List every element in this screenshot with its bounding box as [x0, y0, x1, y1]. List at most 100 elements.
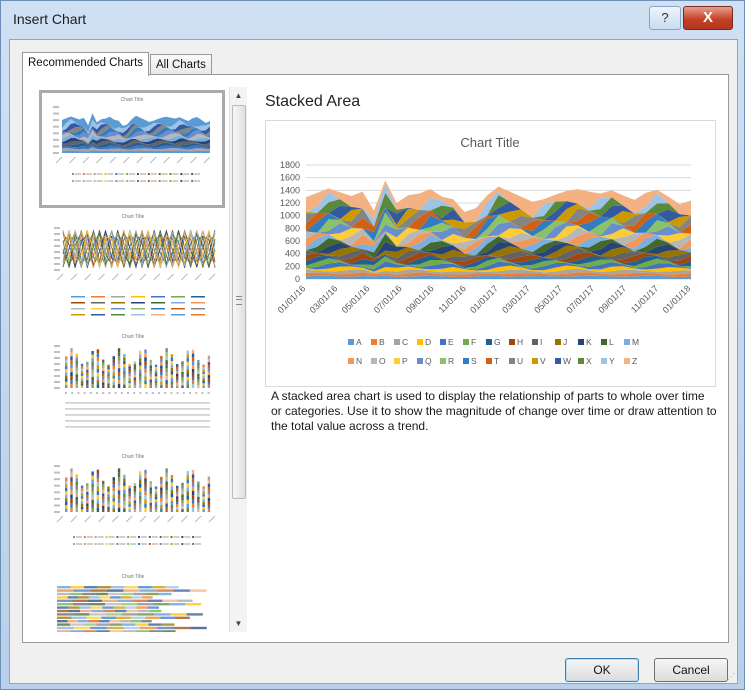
thumb-legend-text — [194, 173, 201, 175]
thumb-column-segment — [96, 364, 100, 369]
thumb-legend-swatch — [72, 173, 74, 175]
cancel-button[interactable]: Cancel — [654, 658, 728, 682]
thumbnail-scrollbar[interactable]: ▲ ▼ — [229, 87, 247, 632]
thumb-column-segment — [160, 362, 163, 366]
thumb-column-segment — [91, 384, 94, 388]
thumb-column-segment — [133, 503, 137, 507]
thumb-bar-segment — [132, 599, 148, 602]
close-button[interactable]: X — [683, 6, 733, 30]
thumb-column-segment — [107, 501, 110, 505]
thumb-column-segment — [154, 383, 158, 386]
thumb-column-segment — [86, 509, 89, 512]
chart-type-name: Stacked Area — [265, 93, 361, 110]
thumb-column-segment — [207, 355, 211, 359]
thumb-column-segment — [186, 373, 189, 377]
thumb-column-segment — [139, 354, 142, 359]
thumb-column-segment — [176, 364, 179, 367]
thumb-column-segment — [165, 372, 168, 377]
thumb-column-segment — [191, 495, 195, 500]
thumb-column-segment — [191, 353, 195, 358]
thumb-column-segment — [102, 499, 105, 503]
tab-all-charts[interactable]: All Charts — [150, 54, 212, 75]
thumbnail-stacked-bar[interactable]: Chart Title — [43, 570, 223, 632]
thumb-x-label — [89, 392, 92, 394]
thumb-column-segment — [186, 475, 189, 480]
thumb-legend-swatch — [82, 180, 85, 182]
thumb-column-segment — [80, 498, 84, 502]
thumb-column-segment — [117, 360, 121, 365]
scroll-up-icon[interactable]: ▲ — [230, 87, 247, 104]
thumb-column-segment — [117, 368, 121, 373]
thumb-legend-text — [97, 543, 104, 545]
thumb-column-segment — [149, 368, 152, 372]
ok-button[interactable]: OK — [565, 658, 639, 682]
title-bar[interactable]: Insert Chart ? X — [1, 1, 744, 39]
thumb-column-segment — [170, 371, 174, 375]
thumb-column-segment — [102, 382, 105, 386]
help-button[interactable]: ? — [649, 6, 681, 30]
window-title: Insert Chart — [13, 11, 87, 27]
thumb-bar-segment — [116, 616, 131, 619]
thumb-column-segment — [91, 471, 94, 476]
resize-grip-icon[interactable]: ⋰ — [727, 672, 735, 681]
thumb-column-segment — [197, 499, 200, 503]
legend-label: W — [563, 356, 571, 366]
thumb-column-segment — [91, 503, 94, 508]
thumb-legend-text — [140, 173, 146, 175]
scrollbar-thumb[interactable] — [232, 105, 246, 499]
thumb-legend-swatch — [116, 543, 119, 545]
thumb-column-segment — [91, 380, 94, 385]
thumb-column-segment — [91, 369, 94, 374]
thumb-legend-text — [75, 180, 81, 182]
x-tick-label: 09/01/16 — [404, 283, 436, 315]
dialog-body: Recommended Charts All Charts Chart Titl… — [9, 39, 738, 684]
thumb-column-segment — [160, 381, 163, 385]
thumb-column-segment — [75, 481, 78, 486]
thumb-legend-swatch — [138, 536, 140, 538]
thumb-column-segment — [112, 378, 115, 382]
scroll-down-icon[interactable]: ▼ — [230, 615, 247, 632]
thumbnail-stacked-column-dates[interactable]: Chart Title — [43, 450, 223, 562]
thumb-column-segment — [149, 481, 152, 485]
thumb-bar-segment — [57, 586, 71, 589]
thumb-column-segment — [165, 477, 168, 482]
thumb-bar-segment — [69, 592, 83, 596]
thumb-column-segment — [117, 372, 121, 377]
thumbnail-stacked-column[interactable]: Chart Title — [43, 330, 223, 442]
thumb-column-segment — [202, 378, 205, 381]
thumb-column-segment — [80, 373, 84, 376]
thumbnail-line[interactable]: Chart Title — [43, 210, 223, 322]
legend-swatch — [348, 358, 354, 364]
thumb-bar-segment — [70, 630, 84, 632]
thumb-column-segment — [133, 369, 137, 373]
thumb-axis-label — [54, 227, 60, 229]
thumb-column-segment — [197, 382, 200, 386]
thumb-bar-segment — [57, 620, 68, 623]
thumb-column-segment — [107, 369, 110, 372]
thumb-legend-swatch — [73, 543, 75, 545]
thumb-column-segment — [165, 380, 168, 385]
thumb-x-label — [69, 156, 76, 164]
thumb-column-segment — [154, 486, 158, 489]
thumb-bar-segment — [102, 599, 118, 602]
thumb-bar-segment — [109, 623, 123, 626]
thumb-axis-label — [54, 345, 60, 347]
thumb-bar-segment — [99, 596, 111, 599]
thumb-column-segment — [160, 384, 163, 388]
thumb-legend-swatch — [137, 180, 139, 182]
thumb-column-segment — [86, 374, 89, 378]
thumb-column-segment — [186, 483, 189, 488]
thumb-column-segment — [202, 499, 205, 502]
thumb-column-segment — [128, 509, 131, 512]
thumb-column-segment — [165, 485, 168, 491]
thumb-column-segment — [139, 380, 142, 385]
thumbnail-stacked-area[interactable]: Chart Title — [39, 90, 225, 208]
thumb-column-segment — [202, 383, 205, 386]
thumb-column-segment — [70, 384, 73, 388]
y-tick-label: 1800 — [280, 160, 300, 170]
thumb-column-segment — [165, 348, 168, 353]
thumb-x-label — [71, 392, 74, 394]
chart-thumbnail-list: Chart Title Chart Title Chart Title Char… — [39, 87, 233, 632]
x-tick-label: 03/01/16 — [308, 283, 340, 315]
tab-recommended-charts[interactable]: Recommended Charts — [22, 52, 150, 76]
